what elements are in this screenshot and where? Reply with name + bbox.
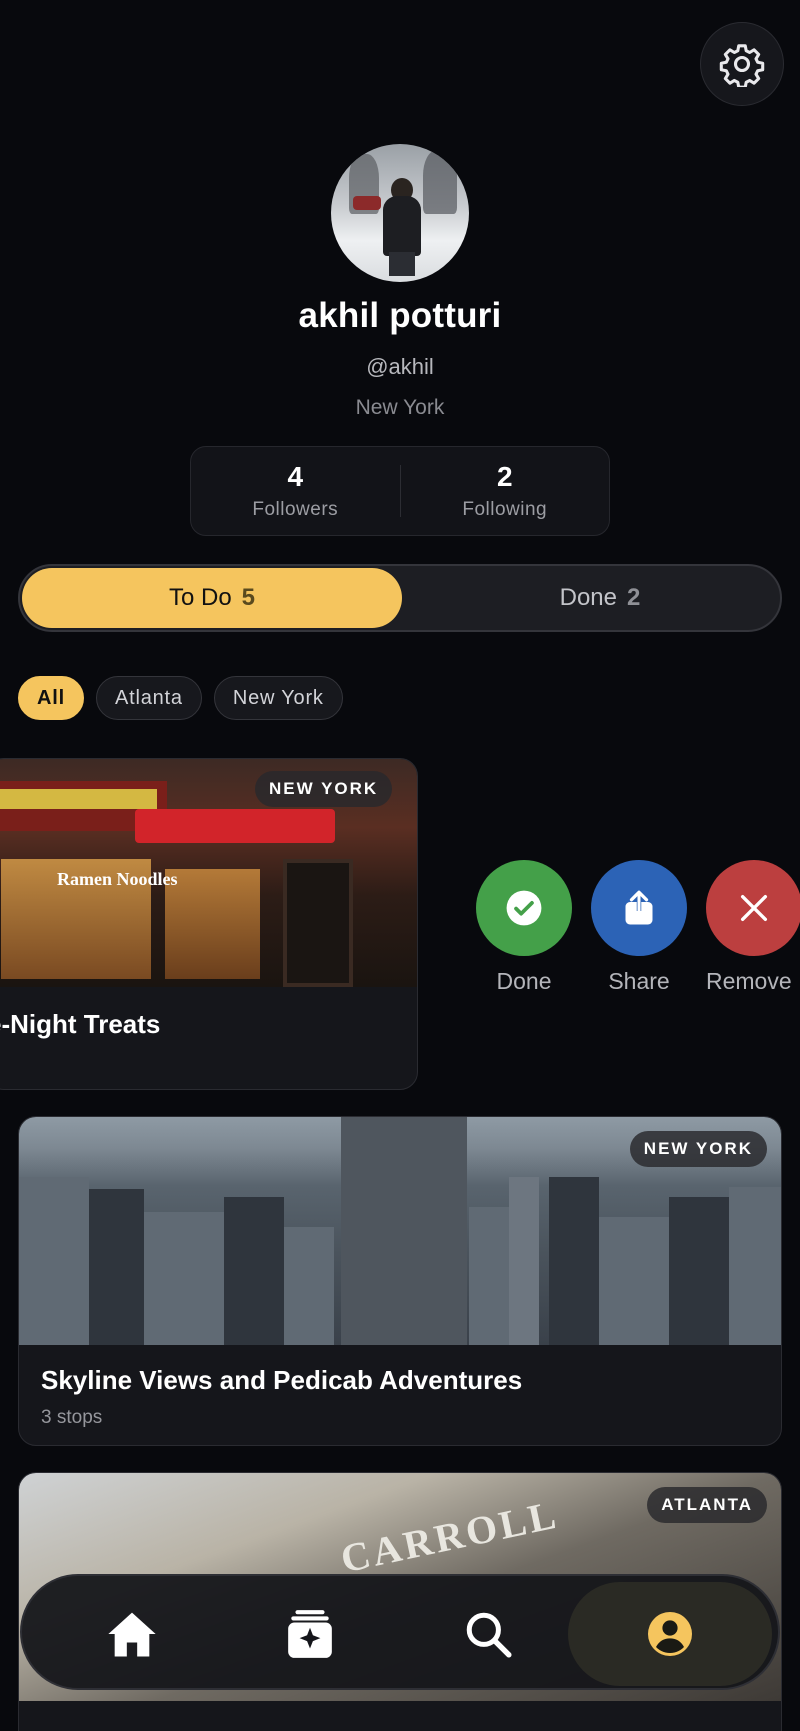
skyline-building: [19, 1177, 89, 1345]
skyline-building: [669, 1197, 729, 1345]
filter-chip-atlanta[interactable]: Atlanta: [95, 676, 202, 720]
following-label: Following: [462, 499, 548, 520]
nav-create[interactable]: [262, 1590, 358, 1678]
profile-icon: [648, 1612, 692, 1656]
trip-card-title: e-Night Treats: [0, 1009, 161, 1039]
search-icon: [466, 1612, 512, 1658]
share-label: Share: [608, 968, 670, 994]
home-icon: [108, 1612, 156, 1657]
share-icon: [625, 890, 653, 925]
trip-card-stops: 3 stops: [41, 1407, 103, 1428]
remove-button[interactable]: [706, 860, 800, 956]
trip-card[interactable]: NEW YORK Skyline Views and Pedicab Adven…: [18, 1116, 782, 1446]
mark-done-button[interactable]: [476, 860, 572, 956]
skyline-building: [469, 1207, 509, 1345]
city-badge: NEW YORK: [629, 1131, 767, 1167]
remove-label: Remove: [706, 968, 792, 994]
gear-icon: [719, 44, 765, 87]
remove-action[interactable]: Remove: [706, 860, 800, 995]
following-stat[interactable]: 2 Following: [401, 447, 610, 535]
share-action[interactable]: Share: [591, 860, 687, 995]
skyline-building: [599, 1217, 669, 1345]
avatar-photo-body: [383, 196, 421, 256]
avatar-photo-legs: [389, 252, 415, 276]
skyline-building: [341, 1117, 467, 1345]
profile-city: New York: [355, 396, 445, 419]
stats-box: 4 Followers 2 Following: [190, 446, 610, 536]
avatar[interactable]: [331, 144, 469, 282]
tab-todo-label: To Do: [168, 584, 232, 611]
bottom-nav: [20, 1574, 780, 1690]
skyline-building: [224, 1197, 284, 1345]
nav-home[interactable]: [84, 1590, 180, 1678]
nav-profile[interactable]: [568, 1582, 772, 1686]
close-icon: [740, 894, 768, 922]
tab-done[interactable]: Done 2: [420, 568, 780, 628]
city-badge: NEW YORK: [255, 771, 393, 807]
trip-card-title: Skyline Views and Pedicab Adventures: [41, 1365, 523, 1395]
city-filter-chips: All Atlanta New York: [18, 676, 343, 720]
avatar-photo-tree: [423, 150, 457, 214]
followers-stat[interactable]: 4 Followers: [191, 447, 400, 535]
filter-chip-new-york[interactable]: New York: [213, 676, 343, 720]
city-badge: ATLANTA: [647, 1487, 767, 1523]
tab-done-count: 2: [627, 584, 641, 611]
share-button[interactable]: [591, 860, 687, 956]
followers-count: 4: [287, 461, 304, 492]
followers-label: Followers: [252, 499, 339, 520]
avatar-photo-car: [353, 196, 381, 210]
skyline-building: [549, 1177, 599, 1345]
skyline-building: [89, 1189, 144, 1345]
skyline-building: [509, 1177, 539, 1345]
skyline-building: [729, 1187, 781, 1345]
tab-done-label: Done: [559, 584, 617, 611]
shop-door: [283, 859, 353, 987]
skyline-building: [144, 1212, 224, 1345]
shop-awning: [135, 809, 335, 843]
profile-name: akhil potturi: [298, 296, 502, 335]
check-circle-icon: [506, 890, 542, 926]
todo-done-segment: To Do 5 Done 2: [18, 564, 782, 632]
profile-handle: @akhil: [366, 354, 434, 379]
shop-sign-stripe: [0, 789, 157, 809]
trip-card[interactable]: Ramen Noodles NEW YORK e-Night Treats: [0, 758, 418, 1090]
tab-todo-count: 5: [241, 584, 256, 611]
skyline-building: [284, 1227, 334, 1345]
shop-window-text: Ramen Noodles: [57, 869, 178, 889]
sparkle-cards-icon: [288, 1610, 332, 1658]
mark-done-label: Done: [496, 968, 552, 994]
settings-button[interactable]: [700, 22, 784, 106]
carroll-sign: CARROLL: [336, 1491, 563, 1582]
filter-chip-all[interactable]: All: [18, 676, 84, 720]
mark-done-action[interactable]: Done: [476, 860, 572, 995]
nav-search[interactable]: [440, 1590, 536, 1678]
shop-window: [165, 869, 260, 979]
tab-todo[interactable]: To Do 5: [22, 568, 402, 628]
following-count: 2: [496, 461, 513, 492]
